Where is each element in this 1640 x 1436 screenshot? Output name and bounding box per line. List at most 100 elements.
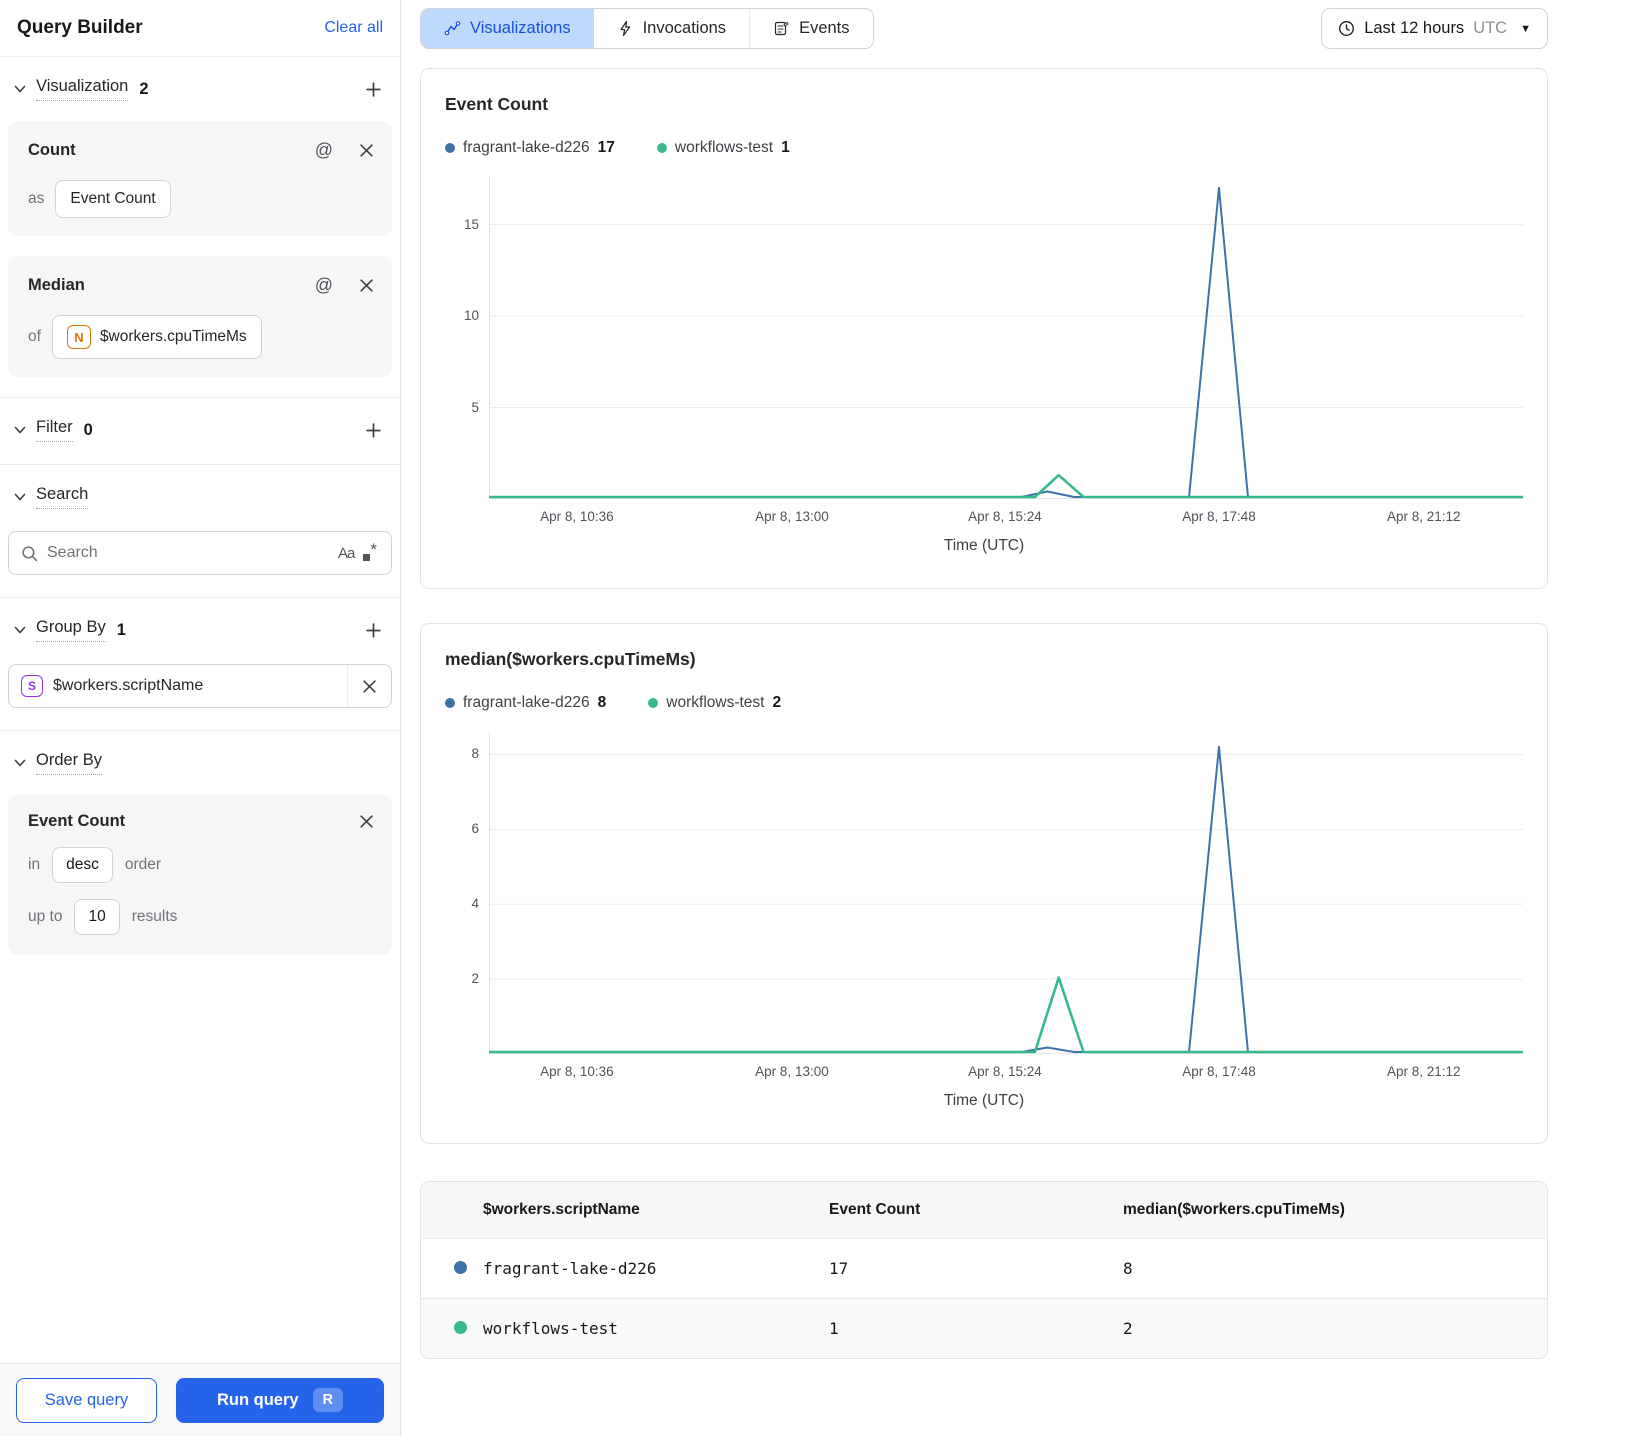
as-label: as	[28, 190, 45, 207]
legend-item[interactable]: workflows-test 2	[648, 694, 781, 712]
table-header-row: $workers.scriptName Event Count median($…	[421, 1182, 1547, 1238]
caret-down-icon: ▼	[1520, 22, 1531, 35]
order-by-field: Event Count	[28, 812, 126, 830]
remove-order-by-button[interactable]	[357, 812, 376, 831]
x-axis-title: Time (UTC)	[943, 537, 1025, 554]
sort-direction-selector[interactable]: desc	[52, 847, 113, 883]
legend-series-total: 1	[781, 139, 790, 156]
table-body: fragrant-lake-d226 17 8 workflows-test 1 2	[421, 1238, 1547, 1358]
search-input[interactable]	[47, 544, 330, 562]
aggregation-title: Count	[28, 141, 76, 159]
results-label: results	[131, 908, 178, 925]
time-range-label: Last 12 hours	[1364, 19, 1465, 37]
y-tick-label: 15	[463, 216, 479, 232]
regex-icon[interactable]: *	[363, 541, 377, 561]
chevron-down-icon[interactable]	[13, 623, 27, 637]
series-color-dot	[454, 1321, 467, 1334]
legend-dot	[656, 143, 667, 153]
section-order-by: Order By	[0, 731, 400, 787]
chevron-down-icon[interactable]	[13, 490, 27, 504]
search-icon	[22, 545, 38, 561]
match-case-icon[interactable]: Aa	[338, 545, 355, 562]
close-icon	[360, 279, 373, 292]
timezone-label: UTC	[1473, 19, 1508, 37]
series-line	[489, 473, 1523, 499]
series-line	[489, 745, 1523, 1053]
y-tick-label: 8	[471, 746, 479, 762]
x-tick-label: Apr 8, 15:24	[968, 1064, 1042, 1079]
section-order-by-label: Order By	[36, 751, 103, 775]
up-to-label: up to	[28, 908, 63, 925]
x-tick-label: Apr 8, 13:00	[755, 1064, 829, 1079]
remove-group-by-button[interactable]	[347, 665, 391, 707]
x-tick-label: Apr 8, 21:12	[1386, 1064, 1461, 1079]
table-row[interactable]: workflows-test 1 2	[421, 1298, 1547, 1358]
section-filter: Filter 0	[0, 398, 400, 454]
mention-icon[interactable]: @	[313, 273, 335, 298]
series-line	[489, 186, 1523, 498]
legend-item[interactable]: fragrant-lake-d226 8	[445, 694, 606, 712]
plus-icon	[366, 422, 381, 438]
mention-icon[interactable]: @	[313, 138, 335, 163]
run-query-button[interactable]: Run query R	[176, 1377, 384, 1423]
section-filter-label: Filter	[36, 418, 73, 442]
series-line	[489, 976, 1523, 1054]
time-range-selector[interactable]: Last 12 hours UTC ▼	[1321, 8, 1548, 49]
number-type-icon: N	[66, 325, 91, 349]
plot-area[interactable]: Apr 8, 10:36 Apr 8, 13:00 Apr 8, 15:24 Apr …	[489, 732, 1523, 1079]
lightning-icon	[619, 20, 630, 37]
median-field-selector[interactable]: N $workers.cpuTimeMs	[51, 315, 262, 359]
remove-median-button[interactable]	[357, 276, 376, 295]
legend-series-total: 17	[597, 139, 615, 156]
legend-series-name: fragrant-lake-d226	[463, 139, 590, 156]
chart-title: median($workers.cpuTimeMs)	[445, 649, 696, 669]
y-tick-label: 10	[463, 308, 479, 324]
series-color-dot	[454, 1261, 467, 1274]
chevron-down-icon[interactable]	[13, 423, 27, 437]
section-filter-count: 0	[83, 420, 93, 439]
sidebar-footer: Save query Run query R	[0, 1363, 400, 1436]
cell-median: 8	[1123, 1259, 1133, 1278]
order-by-card: Event Count in desc order up to 10 resul…	[8, 795, 392, 955]
table-row[interactable]: fragrant-lake-d226 17 8	[421, 1238, 1547, 1298]
run-query-label: Run query	[216, 1390, 299, 1409]
section-search: Search	[0, 465, 400, 521]
x-tick-label: Apr 8, 21:12	[1386, 509, 1461, 524]
tab-events[interactable]: Events	[749, 9, 873, 48]
group-by-field-name: $workers.scriptName	[53, 677, 204, 694]
cell-median: 2	[1123, 1319, 1133, 1338]
legend-dot	[648, 698, 659, 708]
col-header-event-count: Event Count	[829, 1201, 921, 1218]
aggregation-title: Median	[28, 276, 85, 294]
save-query-button[interactable]: Save query	[16, 1377, 157, 1423]
clear-all-button[interactable]: Clear all	[324, 19, 383, 37]
x-axis-labels: Apr 8, 10:36 Apr 8, 13:00 Apr 8, 15:24 Apr …	[489, 1064, 1523, 1084]
tab-label: Invocations	[642, 19, 727, 37]
group-by-field-selector[interactable]: S $workers.scriptName	[9, 675, 347, 697]
events-icon	[774, 21, 789, 36]
main-content: Visualizations Invocations Events Last 1…	[401, 0, 1640, 1436]
col-header-script-name: $workers.scriptName	[483, 1201, 640, 1218]
of-label: of	[28, 328, 41, 345]
legend-item[interactable]: workflows-test 1	[656, 139, 790, 157]
add-filter-button[interactable]	[363, 420, 384, 441]
plot-area[interactable]: Apr 8, 10:36 Apr 8, 13:00 Apr 8, 15:24 Apr …	[489, 177, 1523, 524]
limit-input[interactable]: 10	[74, 899, 120, 935]
add-visualization-button[interactable]	[363, 79, 384, 100]
legend-item[interactable]: fragrant-lake-d226 17	[445, 139, 615, 157]
section-visualization-count: 2	[139, 79, 149, 98]
page-title: Query Builder	[17, 17, 143, 38]
chevron-down-icon[interactable]	[13, 82, 27, 96]
section-visualization: Visualization 2	[0, 57, 400, 113]
order-label: order	[124, 856, 162, 873]
remove-count-button[interactable]	[357, 141, 376, 160]
close-icon	[360, 815, 373, 828]
count-alias-field[interactable]: Event Count	[55, 180, 171, 218]
tab-visualizations[interactable]: Visualizations	[421, 9, 594, 48]
line-chart-icon	[444, 21, 461, 36]
tab-invocations[interactable]: Invocations	[593, 9, 750, 48]
string-type-icon: S	[21, 675, 43, 697]
add-group-by-button[interactable]	[363, 620, 384, 641]
chart-legend: fragrant-lake-d226 8 workflows-test 2	[445, 694, 1523, 712]
chevron-down-icon[interactable]	[13, 756, 27, 770]
